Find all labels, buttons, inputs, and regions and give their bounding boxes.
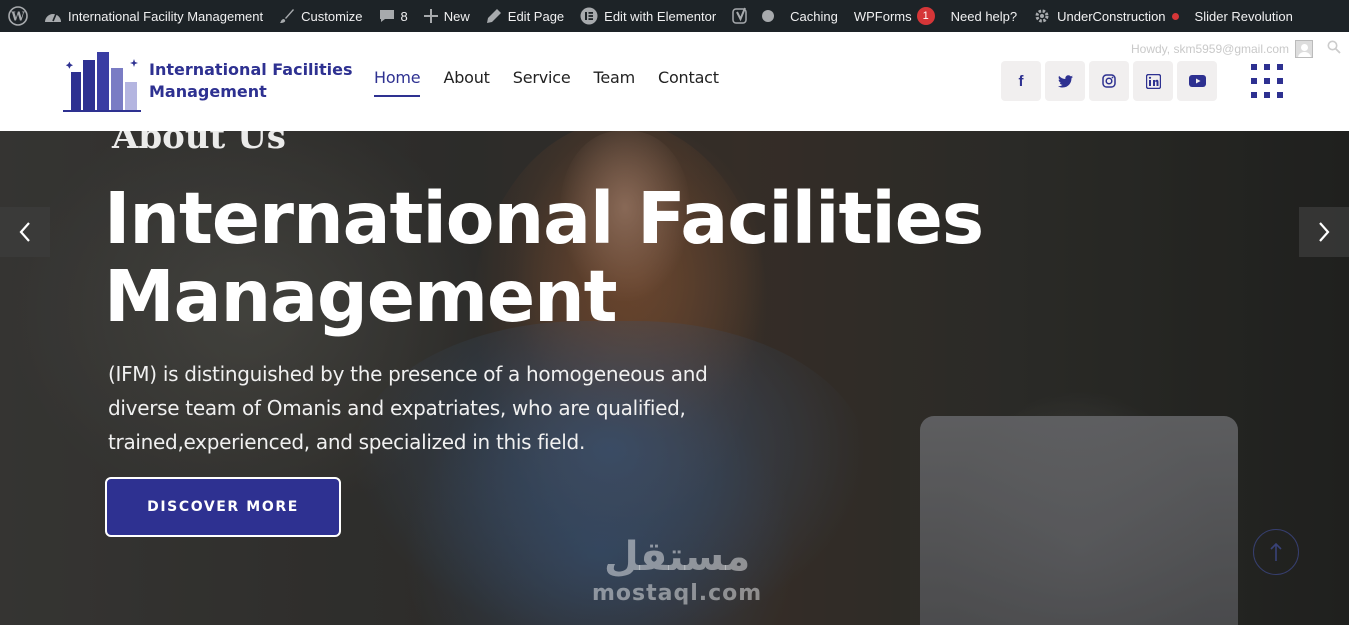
hero-ghost-title: About Us	[112, 131, 286, 157]
under-construction-menu[interactable]: UnderConstruction	[1025, 0, 1186, 32]
mostaql-watermark: مستقل mostaql.com	[592, 533, 762, 606]
comments-menu[interactable]: 8	[371, 0, 416, 32]
gear-icon	[1033, 7, 1051, 25]
wp-admin-bar: W International Facility Management Cust…	[0, 0, 1349, 32]
logo-line-2: Management	[149, 82, 267, 101]
grid-menu-icon[interactable]	[1251, 64, 1285, 98]
slider-prev-button[interactable]	[0, 207, 50, 257]
yoast-icon	[732, 7, 750, 25]
hero-slider: About Us International Facilities Manage…	[0, 131, 1349, 625]
plus-icon	[423, 9, 438, 23]
instagram-icon[interactable]	[1089, 61, 1129, 101]
chevron-left-icon	[19, 222, 30, 242]
facebook-icon[interactable]: f	[1001, 61, 1041, 101]
twitter-icon[interactable]	[1045, 61, 1085, 101]
pencil-icon	[486, 8, 502, 24]
wpforms-badge: 1	[916, 7, 935, 25]
linkedin-icon[interactable]	[1133, 61, 1173, 101]
site-logo[interactable]: International Facilities Management	[63, 48, 353, 114]
caching-menu[interactable]: Caching	[782, 0, 846, 32]
discover-more-button[interactable]: DISCOVER MORE	[105, 477, 341, 537]
youtube-icon[interactable]	[1177, 61, 1217, 101]
elementor-label: Edit with Elementor	[604, 8, 717, 24]
social-links: f	[1001, 61, 1221, 101]
caching-label: Caching	[790, 8, 838, 24]
howdy-account[interactable]: Howdy, skm5959@gmail.com	[1131, 40, 1313, 58]
wpforms-label: WPForms	[853, 8, 912, 24]
edit-page-menu[interactable]: Edit Page	[478, 0, 572, 32]
nav-team[interactable]: Team	[594, 68, 636, 97]
watermark-latin: mostaql.com	[592, 581, 763, 606]
nav-service[interactable]: Service	[513, 68, 571, 97]
comments-count: 8	[400, 8, 408, 24]
watermark-arabic: مستقل	[603, 534, 751, 580]
new-label: New	[443, 8, 470, 24]
howdy-label: Howdy, skm5959@gmail.com	[1130, 42, 1289, 56]
chevron-right-icon	[1319, 222, 1330, 242]
avatar	[1295, 40, 1313, 58]
nav-about[interactable]: About	[443, 68, 490, 97]
nav-home[interactable]: Home	[374, 68, 421, 97]
hero-text-line-3: trained,experienced, and specialized in …	[108, 430, 586, 454]
site-header: International Facilities Management Home…	[0, 32, 1349, 131]
hero-title-line-1: International Facilities	[104, 177, 984, 260]
scroll-to-top-button[interactable]	[1253, 529, 1299, 575]
comment-icon	[379, 8, 395, 24]
need-help-label: Need help?	[950, 8, 1018, 24]
hero-text-line-2: diverse team of Omanis and expatriates, …	[108, 396, 686, 420]
customize-menu[interactable]: Customize	[271, 0, 370, 32]
slider-next-button[interactable]	[1299, 207, 1349, 257]
yoast-menu[interactable]	[724, 0, 782, 32]
elementor-icon	[580, 7, 598, 25]
search-icon[interactable]	[1327, 40, 1341, 59]
brush-icon	[279, 8, 295, 24]
main-nav: Home About Service Team Contact	[374, 68, 742, 97]
svg-text:W: W	[10, 10, 25, 24]
site-name-label: International Facility Management	[68, 8, 264, 24]
hero-description: (IFM) is distinguished by the presence o…	[108, 357, 748, 459]
logo-text: International Facilities Management	[149, 59, 353, 103]
under-construction-label: UnderConstruction	[1057, 8, 1166, 24]
slider-revolution-menu[interactable]: Slider Revolution	[1187, 0, 1301, 32]
dashboard-icon	[44, 8, 62, 24]
hero-title-line-2: Management	[104, 255, 618, 338]
arrow-up-icon	[1270, 542, 1282, 561]
seo-status-dot	[762, 10, 775, 22]
slider-revolution-label: Slider Revolution	[1194, 8, 1293, 24]
building-logo-icon	[63, 52, 141, 112]
logo-line-1: International Facilities	[149, 60, 353, 79]
new-content-menu[interactable]: New	[416, 0, 478, 32]
customize-label: Customize	[301, 8, 363, 24]
edit-page-label: Edit Page	[507, 8, 565, 24]
need-help-menu[interactable]: Need help?	[943, 0, 1026, 32]
site-name-menu[interactable]: International Facility Management	[36, 0, 271, 32]
wpforms-menu[interactable]: WPForms 1	[846, 0, 943, 32]
nav-contact[interactable]: Contact	[658, 68, 719, 97]
elementor-menu[interactable]: Edit with Elementor	[572, 0, 724, 32]
status-dot	[1171, 12, 1179, 20]
wordpress-logo-icon[interactable]: W	[0, 0, 36, 32]
hero-text-line-1: (IFM) is distinguished by the presence o…	[108, 362, 708, 386]
hero-title: International Facilities Management	[104, 180, 1004, 336]
